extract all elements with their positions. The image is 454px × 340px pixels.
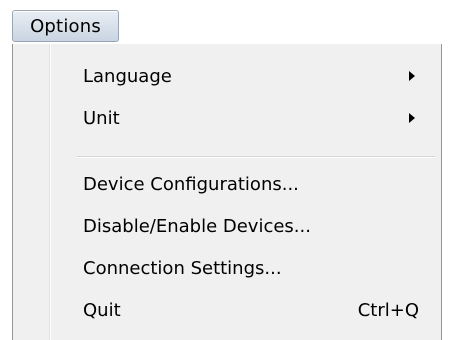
- menu-item-quit[interactable]: Quit Ctrl+Q: [13, 292, 441, 328]
- menu-item-label: Device Configurations...: [83, 173, 299, 195]
- menu-item-shortcut: Ctrl+Q: [357, 299, 419, 321]
- menu-item-label: Disable/Enable Devices...: [83, 215, 311, 237]
- submenu-arrow-icon: [409, 71, 415, 81]
- menu-item-device-configurations[interactable]: Device Configurations...: [13, 166, 441, 202]
- screen: Options Language Unit Device Configurati…: [0, 0, 454, 340]
- menu-separator: [77, 156, 435, 158]
- menu-item-disable-enable-devices[interactable]: Disable/Enable Devices...: [13, 208, 441, 244]
- submenu-arrow-icon: [409, 113, 415, 123]
- options-menu-label: Options: [30, 15, 101, 37]
- menu-item-label: Quit: [83, 299, 121, 321]
- menu-item-language[interactable]: Language: [13, 58, 441, 94]
- options-dropdown-menu: Language Unit Device Configurations... D…: [12, 44, 442, 340]
- menu-item-label: Language: [83, 65, 172, 87]
- menu-item-connection-settings[interactable]: Connection Settings...: [13, 250, 441, 286]
- menu-item-unit[interactable]: Unit: [13, 100, 441, 136]
- menu-item-label: Connection Settings...: [83, 257, 282, 279]
- options-menu-button[interactable]: Options: [12, 10, 119, 42]
- menu-item-label: Unit: [83, 107, 120, 129]
